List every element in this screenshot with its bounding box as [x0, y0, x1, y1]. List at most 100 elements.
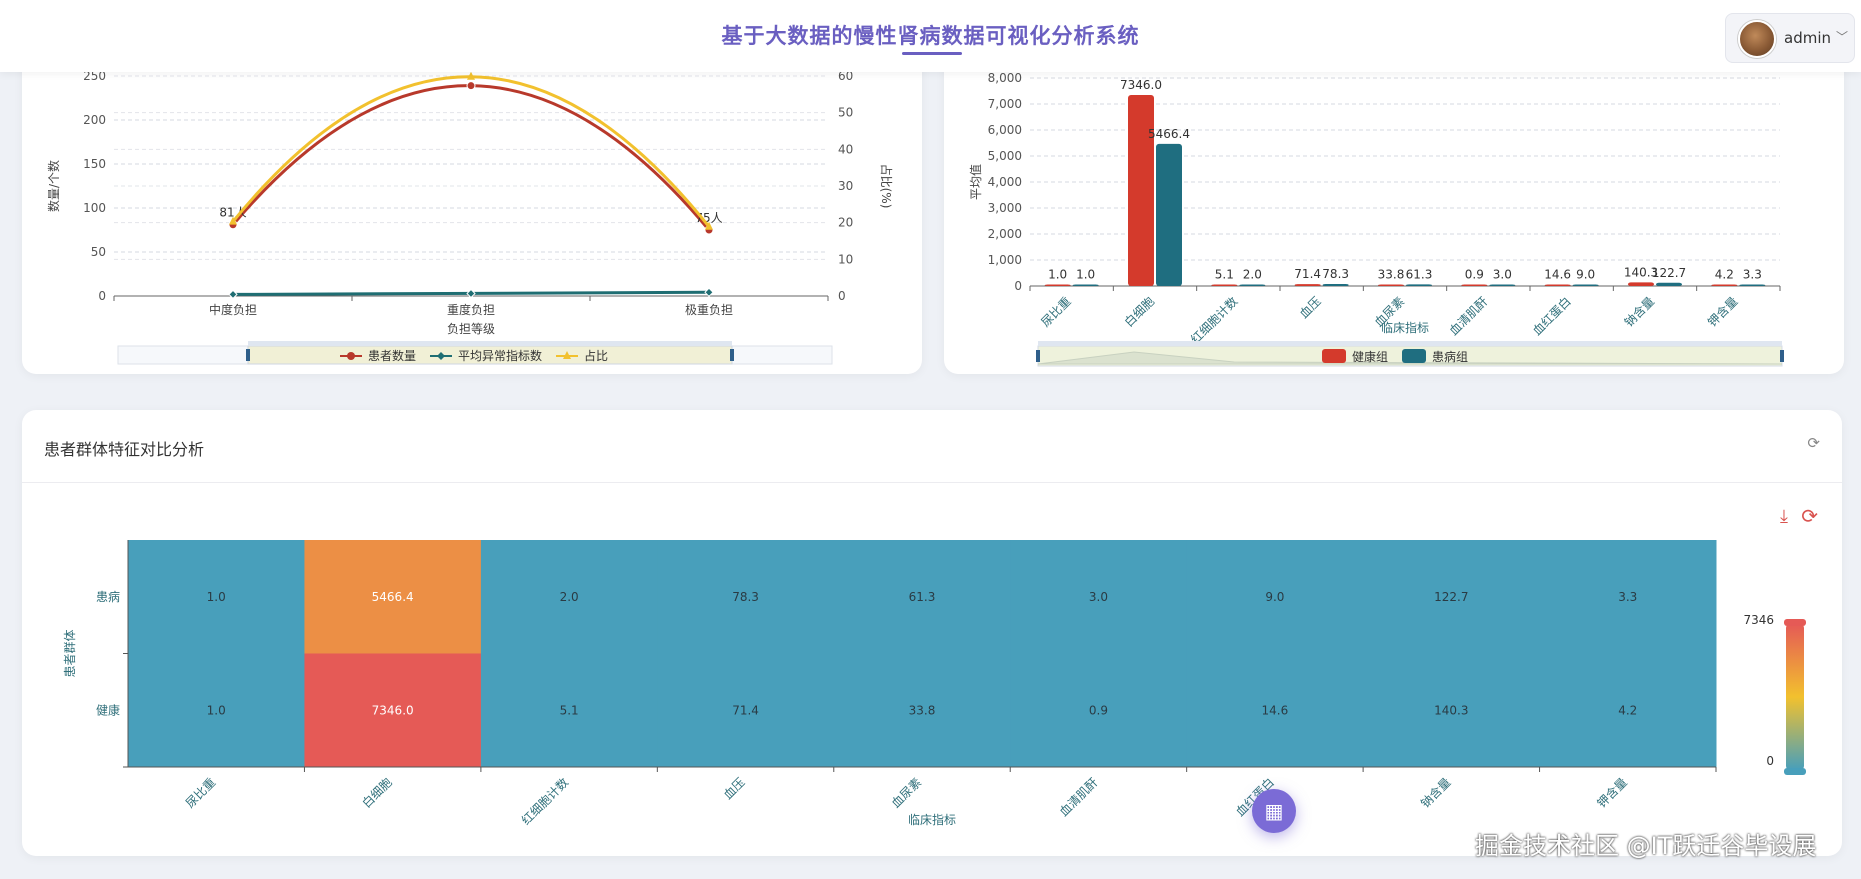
bar-患病组 [1072, 284, 1099, 286]
bar-健康组 [1044, 284, 1071, 286]
legend-label: 患者数量 [368, 348, 416, 363]
bar-value-label: 7346.0 [1120, 78, 1162, 92]
bar-健康组 [1461, 284, 1488, 286]
title-underline [902, 52, 962, 55]
bar-健康组 [1294, 284, 1321, 286]
heatmap-cell-label: 78.3 [732, 590, 759, 604]
heatmap-cell-label: 1.0 [207, 703, 226, 717]
y-axis-label: 患者群体 [63, 629, 77, 677]
burden-line-chart: 0501001502002500102030405060中度负担 重度负担 极重负担… [46, 69, 894, 365]
heatmap-cell-label: 1.0 [207, 590, 226, 604]
bar-患病组 [1489, 284, 1516, 286]
bar-value-label: 14.6 [1544, 268, 1571, 282]
y-right-tick-label: 30 [838, 179, 853, 193]
heatmap-cell-label: 33.8 [909, 703, 936, 717]
x-tick-label: 极重负担 [685, 303, 733, 317]
legend-marker [347, 352, 355, 360]
bar-value-label: 0.9 [1465, 268, 1484, 282]
grid-icon: ▦ [1264, 799, 1284, 823]
zoom-handle-right [730, 349, 734, 361]
zoom-handle-left [1036, 350, 1040, 362]
y-axis-label: 平均值 [968, 164, 983, 200]
clinical-bar-card: 0 1,000 2,000 3,000 4,000 5,000 6,000 7,000 8,00… [944, 40, 1844, 374]
x-tick-label: 白细胞 [359, 775, 395, 811]
x-tick-label: 钾含量 [1594, 775, 1630, 811]
bar-value-label: 3.3 [1743, 268, 1762, 282]
y-right-tick-label: 20 [838, 216, 853, 230]
bar-value-label: 71.4 [1294, 267, 1321, 281]
visual-map-handle-bottom [1784, 768, 1806, 775]
x-tick-label: 血压 [1297, 294, 1324, 321]
y-tick-label: 0 [98, 289, 106, 303]
bar-患病组 [1156, 143, 1182, 286]
bar-健康组 [1628, 282, 1654, 286]
data-point [466, 81, 476, 91]
legend-label: 占比 [584, 348, 608, 363]
bar-value-label: 78.3 [1322, 267, 1349, 281]
bar-患病组 [1406, 284, 1432, 286]
x-axis-label: 临床指标 [908, 812, 956, 827]
data-point [704, 287, 714, 298]
x-tick-label: 钠含量 [1417, 775, 1453, 811]
bar-value-label: 4.2 [1715, 268, 1734, 282]
group-compare-card: 患者群体特征对比分析 ⟳ ⤓ ⟳ 1.0 5466.4 2.0 78.3 61.3 3.0… [22, 410, 1842, 856]
bar-value-label: 61.3 [1406, 267, 1433, 281]
avatar[interactable] [1738, 20, 1776, 58]
legend-label: 患病组 [1432, 349, 1468, 364]
y-tick-label: 健康 [96, 702, 120, 717]
bar-患病组 [1239, 284, 1266, 286]
y-tick-label: 100 [83, 201, 106, 215]
chevron-down-icon[interactable]: ﹀ [1836, 28, 1848, 45]
y-tick-label: 8,000 [988, 71, 1022, 85]
page-title: 基于大数据的慢性肾病数据可视化分析系统 [721, 24, 1140, 48]
user-name: admin [1784, 29, 1831, 47]
x-tick-label: 尿比重 [1038, 294, 1073, 329]
heatmap-cell-label: 9.0 [1265, 590, 1284, 604]
heatmap-cell-label: 5.1 [560, 703, 579, 717]
heatmap-cell-label: 140.3 [1434, 703, 1468, 717]
heatmap-cell-label: 122.7 [1434, 590, 1468, 604]
zoom-bar [1038, 341, 1782, 346]
bar-患病组 [1739, 284, 1766, 286]
visual-map-max-label: 7346 [1743, 613, 1774, 627]
user-menu[interactable]: admin ﹀ [1725, 13, 1855, 63]
heatmap-cell-label: 3.3 [1618, 590, 1637, 604]
y-tick-label: 150 [83, 157, 106, 171]
x-axis-label: 负担等级 [447, 322, 495, 336]
bar-健康组 [1128, 95, 1154, 286]
x-tick-label: 重度负担 [447, 302, 495, 317]
heatmap-cell-label: 3.0 [1089, 590, 1108, 604]
y-tick-label: 2,000 [988, 227, 1022, 241]
bar-value-label: 1.0 [1048, 268, 1067, 282]
y-right-tick-label: 50 [838, 106, 853, 120]
burden-chart-card: 0 50 100 150 200 250 0 10 20 30 40 50 60 中度负担 重度负担 极重负担… [22, 40, 922, 374]
bar-value-label: 5466.4 [1148, 127, 1190, 141]
heatmap-cell-label: 71.4 [732, 703, 759, 717]
y-tick-label: 7,000 [988, 97, 1022, 111]
y-tick-label: 50 [91, 245, 106, 259]
x-tick-label: 血清肌酐 [1057, 775, 1101, 819]
heatmap-cell-label: 5466.4 [372, 590, 414, 604]
group-heatmap: 1.0 5466.4 2.0 78.3 61.3 3.0 9.0 122.7 3.3 1.0 734… [63, 540, 1806, 828]
x-tick-label: 钾含量 [1704, 294, 1740, 330]
bar-value-label: 2.0 [1243, 268, 1262, 282]
bar-value-label: 1.0 [1076, 268, 1095, 282]
heatmap-cell-label: 2.0 [560, 590, 579, 604]
bar-value-label: 5.1 [1215, 268, 1234, 282]
x-tick-label: 尿比重 [183, 775, 218, 810]
heatmap-cell-label: 4.2 [1618, 703, 1637, 717]
y-right-tick-label: 40 [838, 142, 853, 156]
watermark: 掘金技术社区 @IT跃迁谷毕设展 [1475, 832, 1817, 860]
x-tick-label: 红细胞计数 [518, 775, 571, 828]
legend-swatch [1402, 349, 1426, 363]
y-tick-label: 3,000 [988, 201, 1022, 215]
bar-value-label: 9.0 [1576, 268, 1595, 282]
bar-value-label: 33.8 [1378, 268, 1405, 282]
clinical-bar-chart: 0 1,000 2,000 3,000 4,000 5,000 6,000 7,000 8,00… [968, 71, 1784, 367]
y-right-tick-label: 0 [838, 289, 846, 303]
x-tick-label: 红细胞计数 [1187, 294, 1240, 347]
y-right-axis-label: 占比(%) [879, 164, 894, 209]
y-tick-label: 患病 [96, 589, 120, 604]
apps-fab-button[interactable]: ▦ [1252, 789, 1296, 833]
bar-value-label: 122.7 [1652, 266, 1686, 280]
